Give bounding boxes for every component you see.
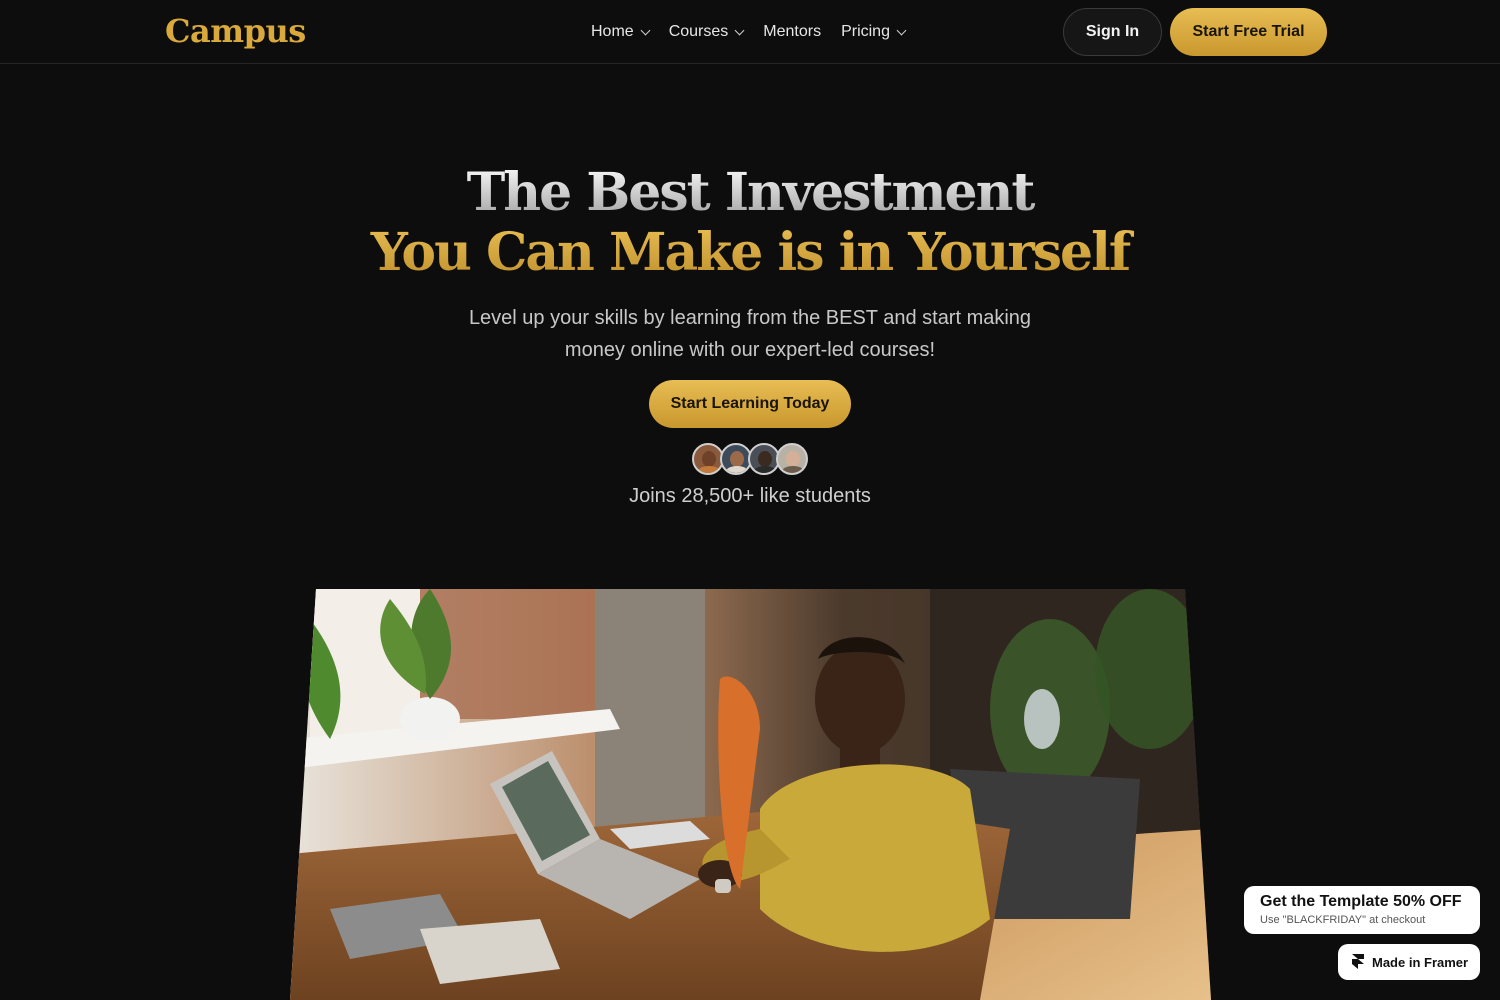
- made-in-framer-badge[interactable]: Made in Framer: [1338, 944, 1480, 980]
- chevron-down-icon: [734, 25, 745, 35]
- nav-item-label: Mentors: [763, 23, 822, 40]
- hero-subtitle: Level up your skills by learning from th…: [468, 307, 1032, 361]
- start-free-trial-button[interactable]: Start Free Trial: [1170, 8, 1327, 56]
- main-menu: Home Courses Mentors Pricing: [591, 22, 925, 42]
- chevron-down-icon: [896, 25, 907, 35]
- nav-item-label: Courses: [668, 23, 729, 40]
- framer-badge-label: Made in Framer: [1372, 954, 1469, 970]
- template-promo-card[interactable]: Get the Template 50% OFF Use "BLACKFRIDA…: [1244, 886, 1480, 934]
- framer-logo-icon: [1352, 954, 1364, 969]
- nav-item-mentors[interactable]: Mentors: [763, 22, 821, 42]
- hero-title-line-1: The Best Investment: [0, 162, 1500, 223]
- hero-image: [290, 589, 1211, 1000]
- nav-item-home[interactable]: Home: [591, 22, 651, 42]
- logo[interactable]: Campus: [165, 12, 306, 50]
- chevron-down-icon: [640, 25, 651, 35]
- start-learning-button[interactable]: Start Learning Today: [649, 380, 851, 428]
- nav-item-pricing[interactable]: Pricing: [841, 22, 907, 42]
- student-avatars: [692, 443, 808, 475]
- student-avatar: [776, 443, 808, 475]
- nav-item-label: Home: [591, 23, 634, 40]
- nav-item-courses[interactable]: Courses: [668, 22, 745, 42]
- social-proof-text: Joins 28,500+ like students: [629, 485, 871, 507]
- sign-in-button[interactable]: Sign In: [1063, 8, 1162, 56]
- promo-title: Get the Template 50% OFF: [1260, 893, 1462, 910]
- top-navbar: Campus Home Courses Mentors Pricing Sign…: [0, 0, 1500, 64]
- hero-title-line-2: You Can Make is in Yourself: [0, 222, 1500, 283]
- promo-subtitle: Use "BLACKFRIDAY" at checkout: [1260, 914, 1426, 926]
- nav-item-label: Pricing: [841, 23, 890, 40]
